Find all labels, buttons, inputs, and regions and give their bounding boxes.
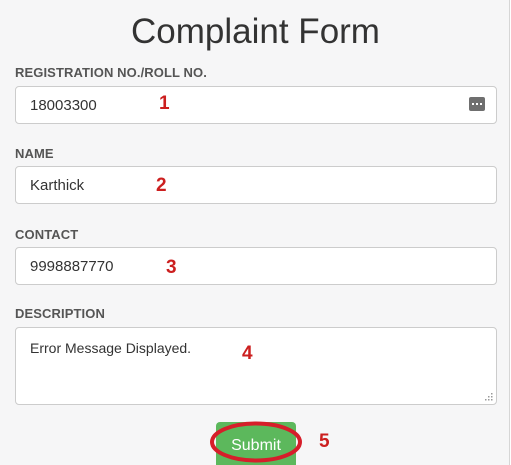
description-label: DESCRIPTION xyxy=(15,306,105,321)
form-title: Complaint Form xyxy=(131,12,380,51)
annotation-marker-5: 5 xyxy=(319,431,330,452)
contact-input[interactable]: 9998887770 xyxy=(15,247,497,285)
annotation-marker-3: 3 xyxy=(166,257,177,278)
description-textarea[interactable]: Error Message Displayed. xyxy=(15,327,497,405)
keyboard-icon[interactable] xyxy=(469,97,485,111)
contact-label: CONTACT xyxy=(15,227,79,242)
registration-label: REGISTRATION NO./ROLL NO. xyxy=(15,65,207,80)
name-input[interactable]: Karthick xyxy=(15,166,497,204)
contact-value: 9998887770 xyxy=(30,258,114,275)
resize-grip-icon[interactable] xyxy=(484,392,493,401)
annotation-marker-2: 2 xyxy=(156,175,167,196)
submit-button[interactable]: Submit xyxy=(216,422,296,465)
description-value: Error Message Displayed. xyxy=(30,340,192,356)
annotation-marker-1: 1 xyxy=(159,93,170,114)
name-value: Karthick xyxy=(30,177,85,194)
registration-input[interactable]: 18003300 xyxy=(15,86,497,124)
name-label: NAME xyxy=(15,146,54,161)
annotation-marker-4: 4 xyxy=(242,343,253,364)
complaint-form-panel: Complaint Form REGISTRATION NO./ROLL NO.… xyxy=(0,0,510,465)
registration-value: 18003300 xyxy=(30,97,97,114)
submit-button-container: Submit xyxy=(216,422,296,465)
